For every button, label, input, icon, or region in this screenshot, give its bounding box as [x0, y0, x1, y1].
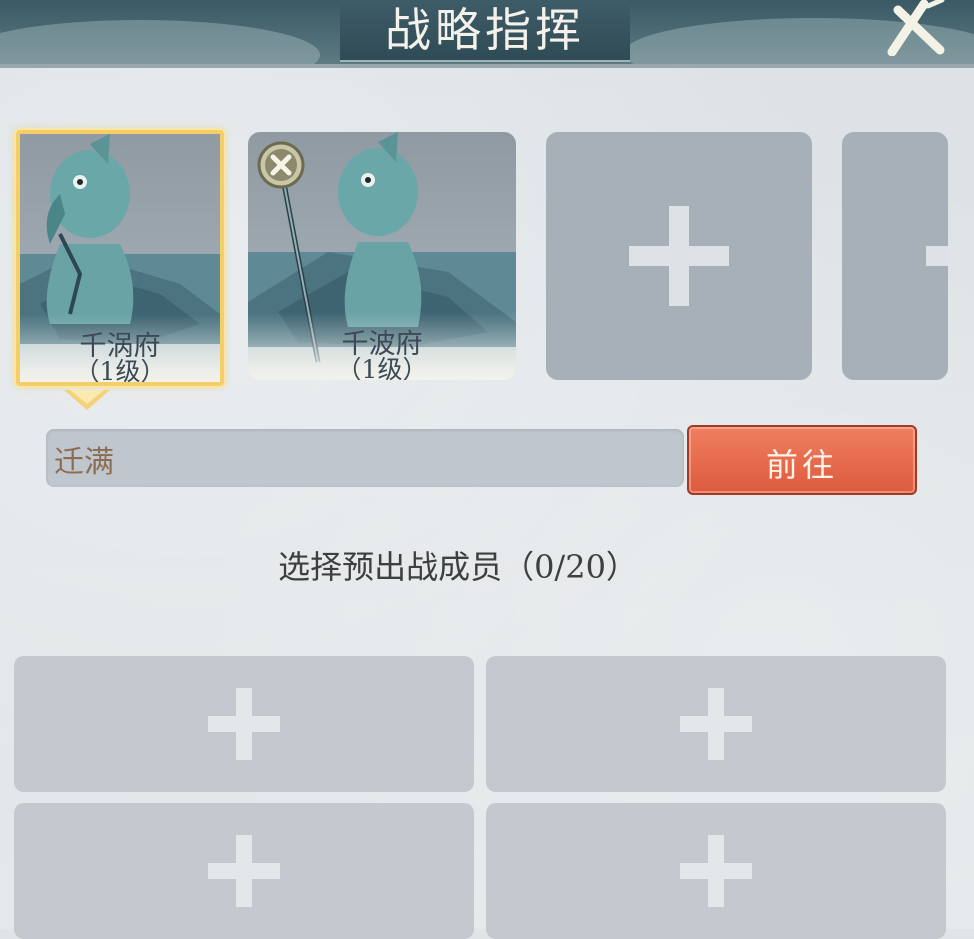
- formation-name-field[interactable]: 迁满: [46, 429, 684, 487]
- header-divider: [0, 64, 974, 68]
- formation-name-value: 迁满: [54, 445, 114, 480]
- member-slot[interactable]: [486, 803, 946, 939]
- formation-card-2[interactable]: 千波府 （1级）: [248, 132, 516, 380]
- go-button[interactable]: 前往: [687, 425, 917, 495]
- header-cloud-decoration: [0, 20, 320, 64]
- remove-formation-button[interactable]: [256, 140, 306, 190]
- page-title: 战略指挥: [385, 3, 585, 57]
- pointer-arrow-icon: [64, 390, 110, 410]
- plus-icon: [208, 835, 280, 907]
- formation-card-empty[interactable]: [842, 132, 948, 380]
- plus-icon: [629, 206, 729, 306]
- member-select-label: 选择预出战成员（0/20）: [278, 548, 638, 586]
- plus-icon: [926, 246, 948, 266]
- plus-icon: [208, 688, 280, 760]
- formation-card-empty[interactable]: [546, 132, 812, 380]
- close-icon: [887, 0, 945, 57]
- plus-icon: [680, 835, 752, 907]
- formation-level: （1级）: [336, 355, 428, 380]
- formation-level: （1级）: [74, 357, 166, 386]
- close-button[interactable]: [884, 0, 946, 57]
- remove-icon: [257, 141, 305, 189]
- strategy-panel: 战略指挥 千涡府 （1级） 千波府 （1级） 迁满 前往 选择预出战成员（0/2…: [0, 0, 974, 939]
- member-slot[interactable]: [486, 656, 946, 792]
- member-slot[interactable]: [14, 656, 474, 792]
- member-slot[interactable]: [14, 803, 474, 939]
- go-button-label: 前往: [765, 446, 838, 484]
- plus-icon: [680, 688, 752, 760]
- formation-card-1[interactable]: 千涡府 （1级）: [16, 130, 224, 386]
- header-bar: 战略指挥: [0, 0, 974, 67]
